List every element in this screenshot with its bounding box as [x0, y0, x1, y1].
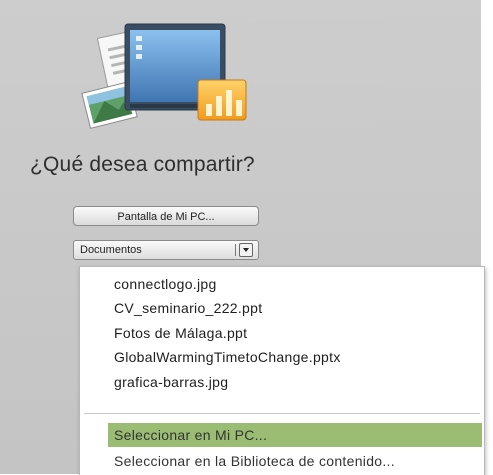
share-screen-button[interactable]: Pantalla de Mi PC... — [73, 206, 259, 226]
share-documents-illustration-icon — [81, 23, 247, 129]
chevron-down-icon[interactable] — [239, 243, 253, 257]
list-item[interactable]: GlobalWarmingTimetoChange.pptx — [114, 349, 341, 365]
list-item[interactable]: CV_seminario_222.ppt — [114, 300, 262, 316]
list-item[interactable]: grafica-barras.jpg — [114, 374, 228, 390]
list-item[interactable]: connectlogo.jpg — [114, 276, 217, 292]
page-title: ¿Qué desea compartir? — [30, 153, 255, 176]
share-type-selected-value: Documentos — [80, 244, 142, 256]
menu-divider — [84, 413, 480, 414]
recent-files-dropdown: connectlogo.jpg CV_seminario_222.ppt Fot… — [79, 266, 485, 475]
select-separator — [235, 244, 236, 256]
list-item[interactable]: Fotos de Málaga.ppt — [114, 325, 247, 341]
share-type-select[interactable]: Documentos — [73, 240, 259, 260]
select-from-content-library-item[interactable]: Seleccionar en la Biblioteca de contenid… — [114, 453, 395, 469]
select-from-my-pc-item[interactable]: Seleccionar en Mi PC... — [114, 427, 267, 443]
